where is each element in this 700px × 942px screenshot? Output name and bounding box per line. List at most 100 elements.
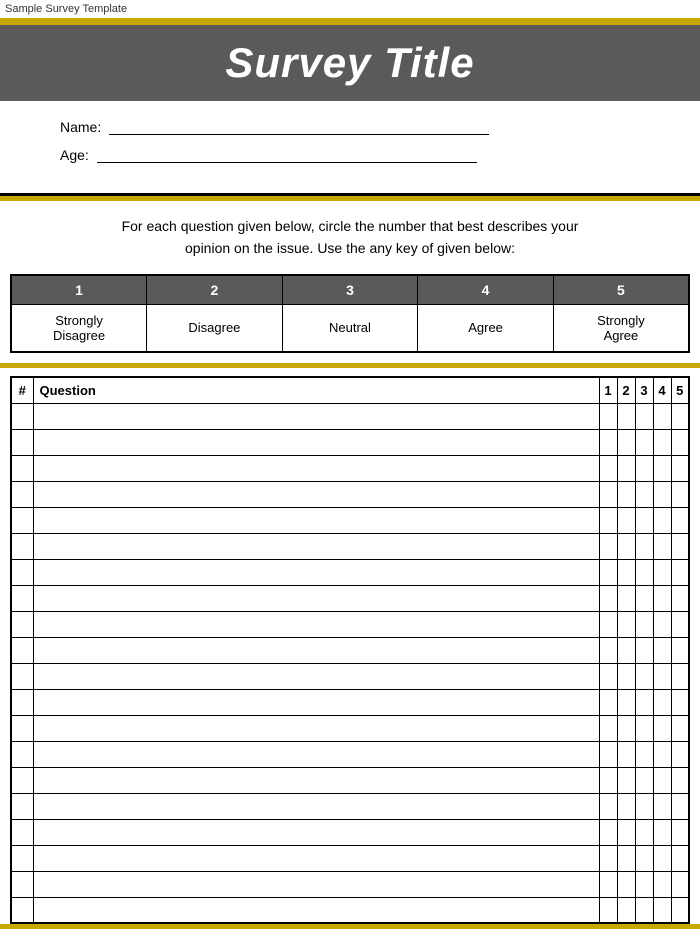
row-col-1[interactable] xyxy=(599,663,617,689)
row-col-2[interactable] xyxy=(617,741,635,767)
row-col-1[interactable] xyxy=(599,481,617,507)
row-col-2[interactable] xyxy=(617,715,635,741)
row-col-5[interactable] xyxy=(671,663,689,689)
row-col-4[interactable] xyxy=(653,715,671,741)
row-col-3[interactable] xyxy=(635,741,653,767)
row-col-2[interactable] xyxy=(617,897,635,923)
row-col-5[interactable] xyxy=(671,429,689,455)
row-col-5[interactable] xyxy=(671,897,689,923)
row-col-1[interactable] xyxy=(599,845,617,871)
row-col-4[interactable] xyxy=(653,481,671,507)
row-col-4[interactable] xyxy=(653,819,671,845)
row-col-2[interactable] xyxy=(617,845,635,871)
row-col-3[interactable] xyxy=(635,429,653,455)
row-col-4[interactable] xyxy=(653,793,671,819)
row-col-4[interactable] xyxy=(653,507,671,533)
row-col-2[interactable] xyxy=(617,637,635,663)
table-row[interactable] xyxy=(11,403,689,429)
row-col-1[interactable] xyxy=(599,455,617,481)
row-col-1[interactable] xyxy=(599,507,617,533)
row-col-5[interactable] xyxy=(671,611,689,637)
row-col-1[interactable] xyxy=(599,403,617,429)
row-col-5[interactable] xyxy=(671,793,689,819)
table-row[interactable] xyxy=(11,559,689,585)
row-col-5[interactable] xyxy=(671,689,689,715)
row-col-1[interactable] xyxy=(599,819,617,845)
row-col-4[interactable] xyxy=(653,403,671,429)
row-col-3[interactable] xyxy=(635,533,653,559)
row-col-5[interactable] xyxy=(671,481,689,507)
row-col-5[interactable] xyxy=(671,403,689,429)
row-col-1[interactable] xyxy=(599,793,617,819)
row-col-1[interactable] xyxy=(599,897,617,923)
row-col-5[interactable] xyxy=(671,871,689,897)
row-col-1[interactable] xyxy=(599,559,617,585)
row-col-3[interactable] xyxy=(635,507,653,533)
row-col-5[interactable] xyxy=(671,507,689,533)
table-row[interactable] xyxy=(11,819,689,845)
row-col-2[interactable] xyxy=(617,663,635,689)
row-col-1[interactable] xyxy=(599,689,617,715)
row-col-5[interactable] xyxy=(671,715,689,741)
row-col-1[interactable] xyxy=(599,429,617,455)
table-row[interactable] xyxy=(11,715,689,741)
row-col-4[interactable] xyxy=(653,637,671,663)
row-col-2[interactable] xyxy=(617,689,635,715)
row-col-2[interactable] xyxy=(617,767,635,793)
row-col-2[interactable] xyxy=(617,585,635,611)
row-col-2[interactable] xyxy=(617,403,635,429)
row-col-3[interactable] xyxy=(635,819,653,845)
table-row[interactable] xyxy=(11,767,689,793)
row-col-4[interactable] xyxy=(653,663,671,689)
row-col-4[interactable] xyxy=(653,871,671,897)
row-col-1[interactable] xyxy=(599,871,617,897)
table-row[interactable] xyxy=(11,481,689,507)
row-col-3[interactable] xyxy=(635,611,653,637)
table-row[interactable] xyxy=(11,611,689,637)
row-col-2[interactable] xyxy=(617,533,635,559)
row-col-3[interactable] xyxy=(635,793,653,819)
row-col-4[interactable] xyxy=(653,429,671,455)
table-row[interactable] xyxy=(11,585,689,611)
row-col-5[interactable] xyxy=(671,585,689,611)
row-col-3[interactable] xyxy=(635,585,653,611)
row-col-3[interactable] xyxy=(635,481,653,507)
table-row[interactable] xyxy=(11,897,689,923)
table-row[interactable] xyxy=(11,793,689,819)
row-col-4[interactable] xyxy=(653,455,671,481)
row-col-4[interactable] xyxy=(653,611,671,637)
row-col-2[interactable] xyxy=(617,481,635,507)
table-row[interactable] xyxy=(11,507,689,533)
row-col-3[interactable] xyxy=(635,767,653,793)
row-col-1[interactable] xyxy=(599,637,617,663)
row-col-4[interactable] xyxy=(653,585,671,611)
row-col-1[interactable] xyxy=(599,611,617,637)
table-row[interactable] xyxy=(11,637,689,663)
row-col-5[interactable] xyxy=(671,845,689,871)
row-col-1[interactable] xyxy=(599,715,617,741)
table-row[interactable] xyxy=(11,689,689,715)
row-col-4[interactable] xyxy=(653,767,671,793)
row-col-3[interactable] xyxy=(635,663,653,689)
row-col-1[interactable] xyxy=(599,741,617,767)
row-col-2[interactable] xyxy=(617,871,635,897)
row-col-4[interactable] xyxy=(653,689,671,715)
row-col-5[interactable] xyxy=(671,767,689,793)
row-col-5[interactable] xyxy=(671,819,689,845)
row-col-5[interactable] xyxy=(671,637,689,663)
row-col-3[interactable] xyxy=(635,715,653,741)
row-col-2[interactable] xyxy=(617,819,635,845)
row-col-4[interactable] xyxy=(653,559,671,585)
row-col-1[interactable] xyxy=(599,767,617,793)
row-col-3[interactable] xyxy=(635,403,653,429)
row-col-2[interactable] xyxy=(617,507,635,533)
row-col-2[interactable] xyxy=(617,559,635,585)
row-col-2[interactable] xyxy=(617,611,635,637)
row-col-3[interactable] xyxy=(635,455,653,481)
row-col-3[interactable] xyxy=(635,689,653,715)
row-col-2[interactable] xyxy=(617,429,635,455)
table-row[interactable] xyxy=(11,663,689,689)
row-col-4[interactable] xyxy=(653,897,671,923)
row-col-2[interactable] xyxy=(617,793,635,819)
row-col-5[interactable] xyxy=(671,533,689,559)
